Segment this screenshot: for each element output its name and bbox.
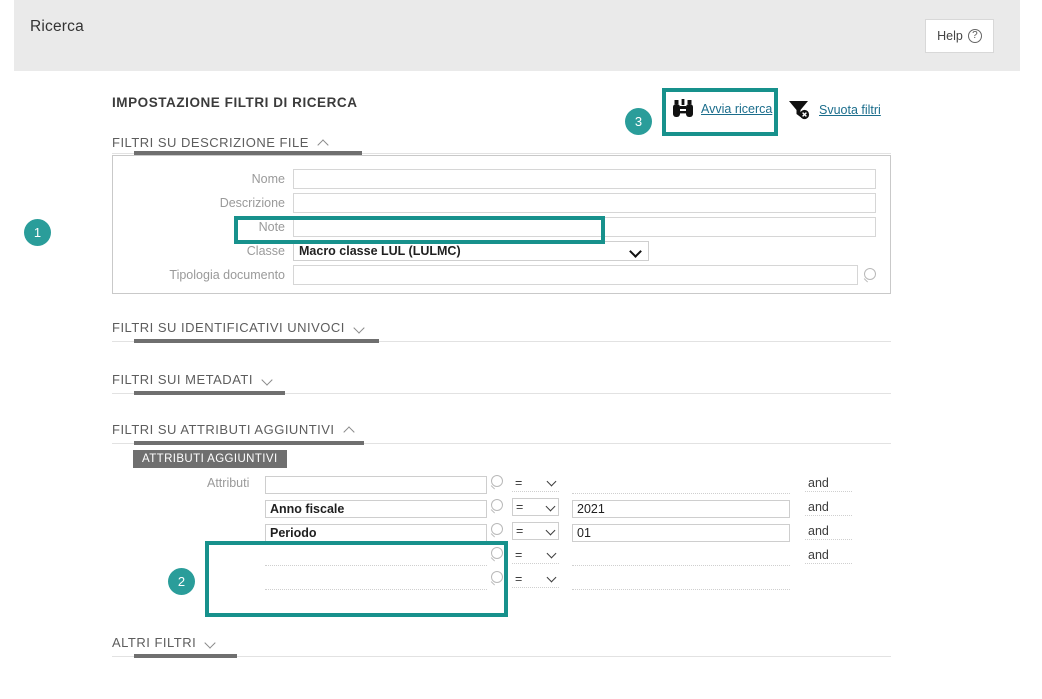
field-row-tipologia-documento: Tipologia documento: [113, 265, 878, 285]
field-label-nome: Nome: [251, 172, 285, 186]
operator-select[interactable]: =: [512, 522, 559, 540]
operator-select[interactable]: =: [512, 498, 559, 516]
chevron-up-icon: [319, 137, 330, 148]
chevron-down-icon: [263, 374, 274, 385]
funnel-clear-icon: [788, 99, 812, 120]
conjunction-select[interactable]: and: [805, 546, 852, 564]
section-label: ALTRI FILTRI: [112, 634, 197, 650]
tipologia-documento-input[interactable]: [293, 265, 858, 285]
field-row-classe: Classe Macro classe LUL (LULMC): [113, 241, 649, 261]
section-rule-metadati: [112, 391, 891, 395]
conjunction-value: and: [808, 499, 829, 514]
attributi-label: Attributi: [207, 476, 250, 490]
step-badge-2: 2: [168, 568, 195, 595]
chevron-down-icon: [547, 503, 556, 512]
attributi-aggiuntivi-tab[interactable]: ATTRIBUTI AGGIUNTIVI: [133, 450, 287, 468]
section-label: FILTRI SU ATTRIBUTI AGGIUNTIVI: [112, 421, 335, 437]
attribute-name-input[interactable]: [265, 476, 487, 494]
chevron-down-icon: [206, 637, 217, 648]
field-row-descrizione: Descrizione: [113, 193, 876, 213]
section-rule-altri-filtri: [112, 654, 891, 658]
operator-select[interactable]: =: [512, 546, 559, 564]
avvia-ricerca-label: Avvia ricerca: [701, 102, 773, 116]
conjunction-value: and: [808, 523, 829, 538]
section-rule-attributi-aggiuntivi: [112, 441, 891, 445]
attribute-value-input[interactable]: 01: [572, 524, 790, 542]
nome-input[interactable]: [293, 169, 876, 189]
page-body: IMPOSTAZIONE FILTRI DI RICERCA 3 Avvia r…: [0, 71, 1042, 699]
svuota-filtri-label: Svuota filtri: [819, 102, 881, 117]
attribute-value-input[interactable]: 2021: [572, 500, 790, 518]
step-badge-1: 1: [24, 219, 51, 246]
conjunction-value: and: [808, 547, 829, 562]
help-button[interactable]: Help ?: [925, 19, 994, 53]
section-heading: IMPOSTAZIONE FILTRI DI RICERCA: [112, 95, 358, 110]
magnifier-icon[interactable]: [490, 547, 505, 562]
conjunction-select[interactable]: and: [805, 474, 852, 492]
classe-selected-value: Macro classe LUL (LULMC): [299, 244, 461, 258]
attribute-name-input[interactable]: [265, 572, 487, 590]
svuota-filtri-button[interactable]: Svuota filtri: [788, 99, 881, 120]
field-label-descrizione: Descrizione: [219, 196, 285, 210]
field-label-tipologia-documento: Tipologia documento: [169, 268, 285, 282]
section-header-identificativi-univoci[interactable]: FILTRI SU IDENTIFICATIVI UNIVOCI: [112, 312, 366, 342]
conjunction-select[interactable]: and: [805, 498, 852, 516]
field-row-note: Note: [113, 217, 876, 237]
descrizione-file-panel: Nome Descrizione Note Classe Macro class…: [24, 155, 891, 294]
chevron-up-icon: [345, 424, 356, 435]
operator-value: =: [516, 500, 524, 514]
section-header-altri-filtri[interactable]: ALTRI FILTRI: [112, 627, 217, 657]
operator-value: =: [515, 547, 523, 562]
conjunction-select[interactable]: and: [805, 522, 852, 540]
note-input[interactable]: [293, 217, 876, 237]
attribute-value-input[interactable]: [572, 476, 790, 494]
section-label: FILTRI SUI METADATI: [112, 371, 253, 387]
operator-value: =: [515, 475, 523, 490]
magnifier-icon[interactable]: [490, 475, 505, 490]
descrizione-input[interactable]: [293, 193, 876, 213]
magnifier-icon[interactable]: [490, 523, 505, 538]
field-row-nome: Nome: [113, 169, 876, 189]
chevron-down-icon: [547, 527, 556, 536]
field-label-classe: Classe: [246, 244, 285, 258]
binoculars-icon: [672, 99, 694, 119]
page-title: Ricerca: [30, 18, 84, 35]
section-header-attributi-aggiuntivi[interactable]: FILTRI SU ATTRIBUTI AGGIUNTIVI: [112, 414, 356, 444]
attribute-name-input[interactable]: Periodo: [265, 524, 487, 542]
operator-select[interactable]: =: [512, 474, 559, 492]
attribute-name-input[interactable]: Anno fiscale: [265, 500, 487, 518]
section-rule-descrizione-file: [112, 151, 891, 155]
operator-value: =: [516, 524, 524, 538]
chevron-down-icon: [355, 322, 366, 333]
chevron-down-icon: [548, 550, 557, 559]
section-label: FILTRI SU DESCRIZIONE FILE: [112, 134, 309, 150]
help-label: Help: [937, 29, 963, 43]
section-label: FILTRI SU IDENTIFICATIVI UNIVOCI: [112, 319, 345, 335]
step-badge-3: 3: [625, 108, 652, 135]
attribute-value-input[interactable]: [572, 572, 790, 590]
operator-value: =: [515, 571, 523, 586]
magnifier-icon[interactable]: [490, 571, 505, 586]
magnifier-icon[interactable]: [490, 499, 505, 514]
question-circle-icon: ?: [967, 29, 982, 43]
field-label-note: Note: [258, 220, 285, 234]
classe-select[interactable]: Macro classe LUL (LULMC): [293, 241, 649, 261]
app-header: Ricerca Help ?: [14, 0, 1020, 71]
chevron-down-icon: [548, 574, 557, 583]
avvia-ricerca-button[interactable]: Avvia ricerca: [672, 99, 772, 119]
chevron-down-icon: [548, 478, 557, 487]
operator-select[interactable]: =: [512, 570, 559, 588]
attribute-name-input[interactable]: [265, 548, 487, 566]
magnifier-icon[interactable]: [863, 267, 878, 283]
section-rule-identificativi-univoci: [112, 339, 891, 343]
conjunction-value: and: [808, 475, 829, 490]
attribute-value-input[interactable]: [572, 548, 790, 566]
section-header-metadati[interactable]: FILTRI SUI METADATI: [112, 364, 274, 394]
chevron-down-icon: [631, 247, 640, 256]
